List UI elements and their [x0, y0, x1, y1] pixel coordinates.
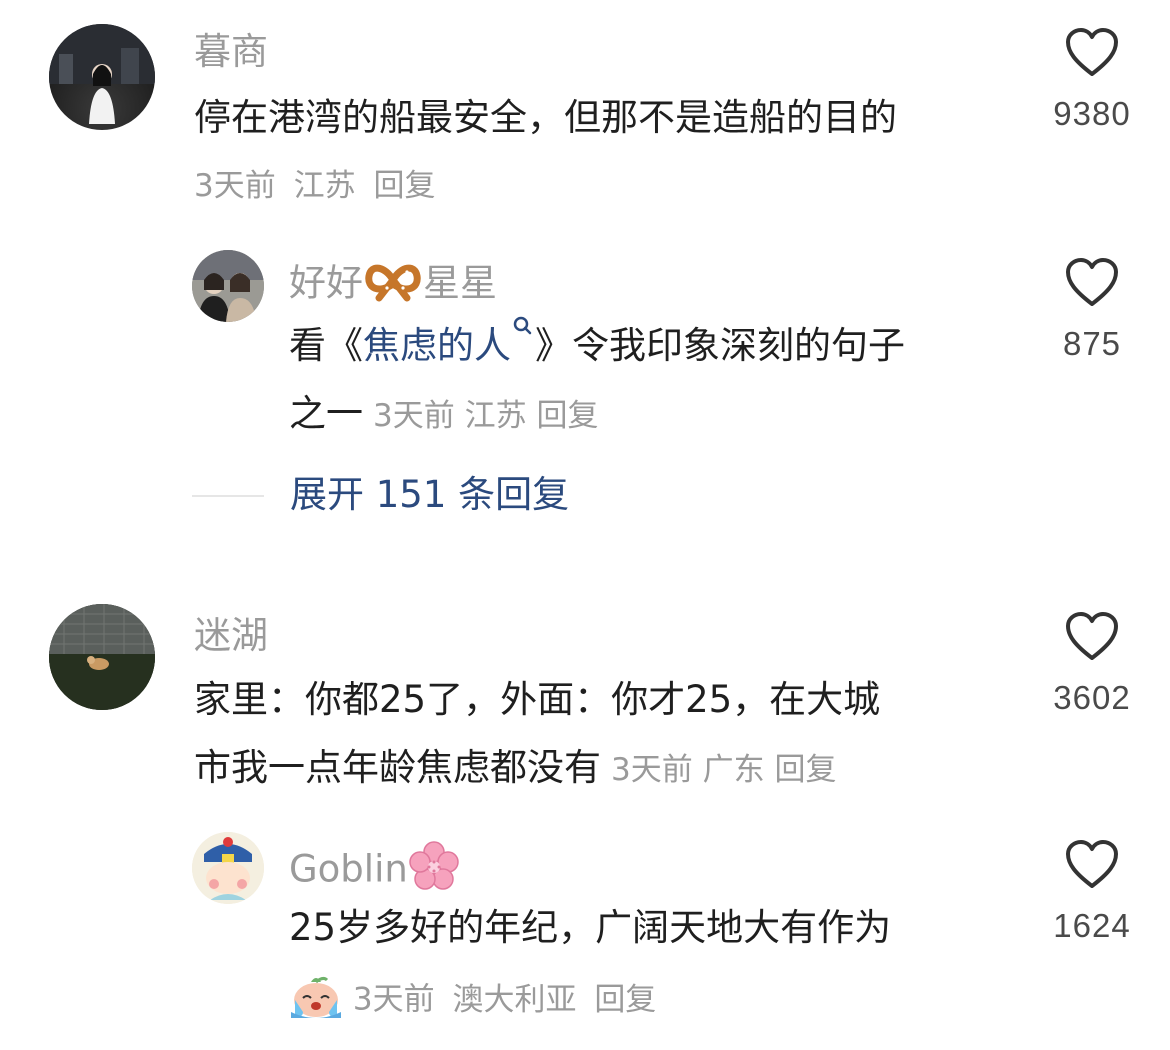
comment-text-line2: 市我一点年龄焦虑都没有 3天前 广东 回复 [194, 734, 836, 804]
reply-button[interactable]: 回复 [594, 982, 656, 1018]
search-icon [511, 316, 535, 367]
username[interactable]: Goblin [289, 840, 460, 902]
heart-icon [1032, 840, 1152, 890]
username[interactable]: 暮商 [194, 30, 268, 74]
location: 广东 [702, 752, 765, 788]
avatar[interactable] [192, 832, 264, 904]
like-button[interactable]: 1624 [1032, 840, 1152, 948]
heart-icon [1032, 28, 1152, 78]
comment-text: 看《焦虑的人 》令我印象深刻的句子 [289, 312, 905, 380]
username[interactable]: 迷湖 [194, 614, 268, 658]
divider [192, 495, 264, 497]
crying-peach-sticker-icon [289, 972, 343, 1030]
timestamp: 3天前 [611, 752, 693, 788]
comment-meta: 3天前 澳大利亚 回复 [289, 972, 656, 1030]
location: 江苏 [464, 398, 527, 434]
like-count: 875 [1062, 325, 1122, 362]
expand-replies-label: 展开 151 条回复 [290, 473, 570, 516]
avatar[interactable] [49, 604, 155, 710]
avatar[interactable] [49, 24, 155, 130]
reply-button[interactable]: 回复 [373, 168, 435, 204]
text-segment: 》令我印象深刻的句子 [535, 324, 905, 367]
avatar[interactable] [192, 250, 264, 322]
comment-text: 25岁多好的年纪，广阔天地大有作为 [289, 906, 892, 949]
heart-icon [1032, 258, 1152, 308]
heart-icon [1032, 612, 1152, 662]
book-link-label: 焦虑的人 [363, 324, 511, 367]
username-text: Goblin [289, 847, 408, 891]
text-segment: 之一 [289, 392, 363, 435]
like-count: 3602 [1053, 679, 1131, 716]
like-count: 1624 [1053, 907, 1131, 944]
location: 澳大利亚 [452, 981, 577, 1018]
timestamp: 3天前 [194, 168, 276, 204]
comment-text-line2: 之一 3天前 江苏 回复 [289, 380, 598, 450]
username[interactable]: 好好 星星 [289, 258, 497, 312]
text-segment: 看《 [289, 324, 363, 367]
reply-button[interactable]: 回复 [774, 752, 836, 788]
timestamp: 3天前 [352, 981, 435, 1018]
comment-meta: 3天前 广东 回复 [611, 752, 836, 788]
timestamp: 3天前 [373, 398, 455, 434]
comment-text: 停在港湾的船最安全，但那不是造船的目的 [194, 96, 897, 139]
pretzel-icon [363, 258, 423, 312]
like-button[interactable]: 9380 [1032, 28, 1152, 136]
text-segment: 市我一点年龄焦虑都没有 [194, 746, 601, 789]
comment-meta: 3天前 江苏 回复 [194, 166, 435, 206]
comment-text: 家里：你都25了，外面：你才25，在大城 [194, 678, 881, 721]
reply-button[interactable]: 回复 [536, 398, 598, 434]
expand-replies[interactable]: 展开 151 条回复 [192, 470, 692, 520]
username-suffix: 星星 [423, 261, 497, 305]
book-link[interactable]: 焦虑的人 [363, 316, 535, 367]
like-button[interactable]: 3602 [1032, 612, 1152, 720]
comment-meta: 3天前 江苏 回复 [373, 398, 598, 434]
username-prefix: 好好 [289, 261, 363, 305]
like-count: 9380 [1053, 95, 1131, 132]
location: 江苏 [293, 168, 356, 204]
cherry-blossom-icon [408, 840, 460, 902]
like-button[interactable]: 875 [1032, 258, 1152, 366]
